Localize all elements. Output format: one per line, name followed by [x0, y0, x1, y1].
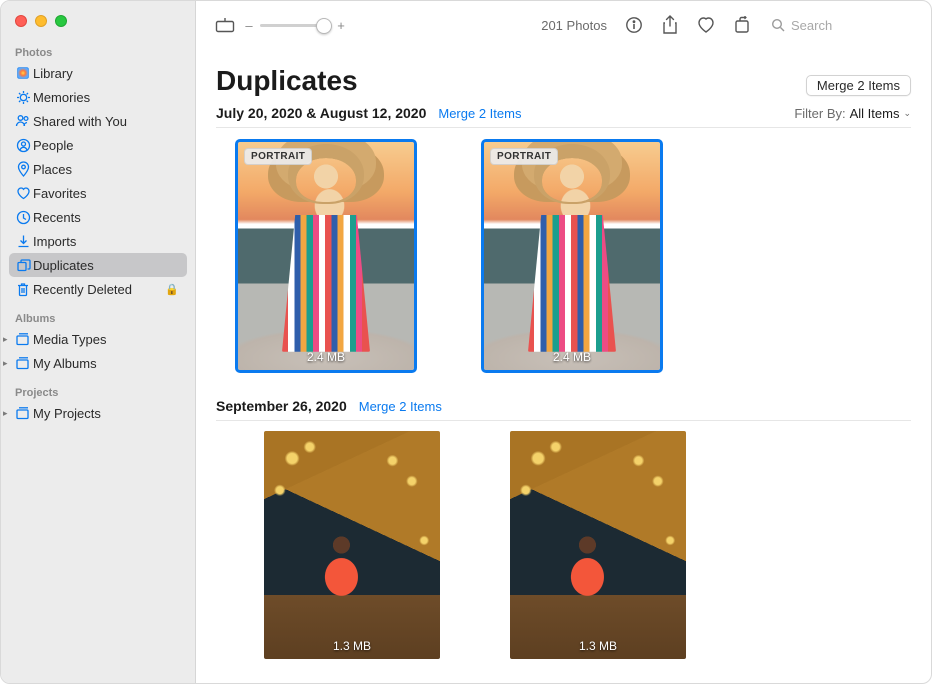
sidebar-item-shared-with-you[interactable]: Shared with You	[1, 109, 195, 133]
zoom-in-icon[interactable]: +	[336, 18, 346, 33]
shared-icon	[15, 113, 31, 129]
date-label: July 20, 2020 & August 12, 2020	[216, 105, 426, 121]
chevron-down-icon: ⌄	[903, 108, 911, 119]
people-icon	[15, 137, 31, 153]
trash-icon	[15, 281, 31, 297]
date-group-header: September 26, 2020 Merge 2 Items	[216, 388, 911, 421]
window-traffic-lights	[1, 1, 195, 41]
content-scroll[interactable]: Duplicates Merge 2 Items July 20, 2020 &…	[196, 49, 931, 683]
sidebar-heading: Projects	[1, 381, 195, 401]
search-field[interactable]: Search	[765, 15, 915, 36]
stack-icon	[15, 405, 31, 421]
date-group-header: July 20, 2020 & August 12, 2020 Merge 2 I…	[216, 97, 911, 128]
photo-thumbnail[interactable]: 1.3 MB	[510, 431, 686, 659]
sidebar-item-label: Favorites	[33, 186, 86, 201]
zoom-slider[interactable]	[260, 24, 330, 27]
sidebar-item-places[interactable]: Places	[1, 157, 195, 181]
close-window-button[interactable]	[15, 15, 27, 27]
sidebar-item-my-albums[interactable]: ▸ My Albums	[1, 351, 195, 375]
sidebar-item-label: Memories	[33, 90, 90, 105]
photo-thumbnail[interactable]: 1.3 MB	[264, 431, 440, 659]
search-icon	[771, 18, 785, 32]
portrait-badge: PORTRAIT	[490, 148, 558, 165]
import-icon	[15, 233, 31, 249]
photo-thumbnail[interactable]: PORTRAIT 2.4 MB	[484, 142, 660, 370]
sidebar-item-people[interactable]: People	[1, 133, 195, 157]
aspect-toggle-button[interactable]	[212, 13, 238, 37]
sidebar-item-label: Shared with You	[33, 114, 127, 129]
rotate-button[interactable]	[729, 13, 755, 37]
sidebar-heading: Photos	[1, 41, 195, 61]
sidebar-heading: Albums	[1, 307, 195, 327]
page-title: Duplicates	[216, 65, 358, 97]
sidebar-item-imports[interactable]: Imports	[1, 229, 195, 253]
stack-icon	[15, 355, 31, 371]
disclosure-chevron-icon[interactable]: ▸	[3, 408, 15, 419]
clock-icon	[15, 209, 31, 225]
sidebar-item-label: Duplicates	[33, 258, 94, 273]
sidebar-item-label: Recents	[33, 210, 81, 225]
filter-value: All Items	[850, 106, 900, 121]
filter-by-dropdown[interactable]: Filter By: All Items⌄	[794, 106, 911, 121]
thumbnail-grid: PORTRAIT 2.4 MB PORTRAIT 2.4 MB	[216, 128, 911, 388]
sidebar-item-label: Library	[33, 66, 73, 81]
info-button[interactable]	[621, 13, 647, 37]
sidebar: Photos Library Memories Shared with You Peop…	[1, 1, 196, 683]
merge-group-link[interactable]: Merge 2 Items	[438, 106, 521, 121]
sidebar-item-recents[interactable]: Recents	[1, 205, 195, 229]
disclosure-chevron-icon[interactable]: ▸	[3, 358, 15, 369]
date-group-header: September 26, 2020Merge 3 Items	[216, 677, 911, 683]
sidebar-item-my-projects[interactable]: ▸ My Projects	[1, 401, 195, 425]
photos-library-icon	[15, 65, 31, 81]
toolbar: – + 201 Photos Search	[196, 1, 931, 49]
sidebar-item-media-types[interactable]: ▸ Media Types	[1, 327, 195, 351]
file-size-label: 2.4 MB	[484, 350, 660, 364]
lock-icon: 🔒	[165, 283, 183, 296]
filter-label: Filter By:	[794, 106, 845, 121]
heart-icon	[15, 185, 31, 201]
main-content: – + 201 Photos Search	[196, 1, 931, 683]
favorite-button[interactable]	[693, 13, 719, 37]
sidebar-item-library[interactable]: Library	[1, 61, 195, 85]
maximize-window-button[interactable]	[55, 15, 67, 27]
sidebar-item-label: Places	[33, 162, 72, 177]
search-placeholder: Search	[791, 18, 832, 33]
sidebar-item-label: Recently Deleted	[33, 282, 132, 297]
sidebar-item-label: Media Types	[33, 332, 106, 347]
disclosure-chevron-icon[interactable]: ▸	[3, 334, 15, 345]
merge-selected-button[interactable]: Merge 2 Items	[806, 75, 911, 96]
sidebar-item-label: My Albums	[33, 356, 97, 371]
app-window: Photos Library Memories Shared with You Peop…	[0, 0, 932, 684]
photo-thumbnail[interactable]: PORTRAIT 2.4 MB	[238, 142, 414, 370]
photo-count-label: 201 Photos	[541, 18, 607, 33]
share-button[interactable]	[657, 13, 683, 37]
duplicates-icon	[15, 257, 31, 273]
memories-icon	[15, 89, 31, 105]
merge-group-link[interactable]: Merge 2 Items	[359, 399, 442, 414]
minimize-window-button[interactable]	[35, 15, 47, 27]
sidebar-item-label: Imports	[33, 234, 76, 249]
file-size-label: 1.3 MB	[510, 639, 686, 653]
date-label: September 26, 2020	[216, 398, 347, 414]
sidebar-item-duplicates[interactable]: Duplicates	[9, 253, 187, 277]
sidebar-item-recently-deleted[interactable]: Recently Deleted 🔒	[1, 277, 195, 301]
sidebar-item-label: My Projects	[33, 406, 101, 421]
thumbnail-grid: 1.3 MB 1.3 MB	[216, 421, 911, 677]
sidebar-item-memories[interactable]: Memories	[1, 85, 195, 109]
file-size-label: 1.3 MB	[264, 639, 440, 653]
places-icon	[15, 161, 31, 177]
zoom-out-icon[interactable]: –	[244, 18, 254, 33]
stack-icon	[15, 331, 31, 347]
file-size-label: 2.4 MB	[238, 350, 414, 364]
sidebar-item-favorites[interactable]: Favorites	[1, 181, 195, 205]
portrait-badge: PORTRAIT	[244, 148, 312, 165]
sidebar-item-label: People	[33, 138, 73, 153]
